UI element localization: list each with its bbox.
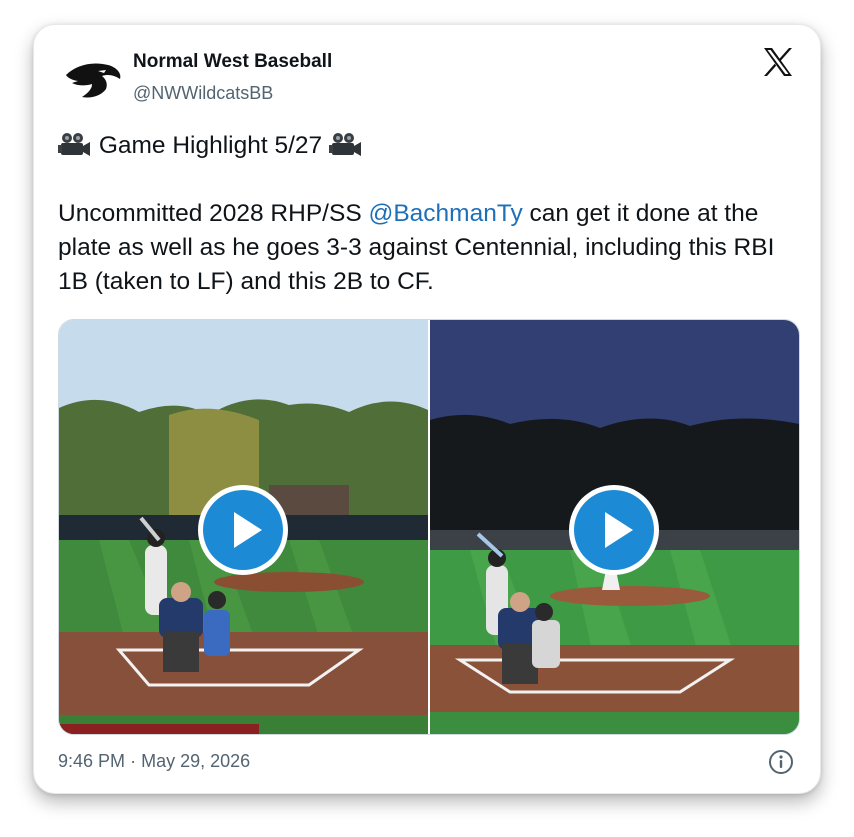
tweet-date: May 29, 2026 [141, 751, 251, 771]
x-logo-icon[interactable] [762, 47, 794, 77]
movie-camera-icon [58, 133, 90, 156]
mention-link[interactable]: @BachmanTy [368, 200, 522, 227]
tweet-headline: Game Highlight 5/27 [58, 129, 798, 163]
tweet-text: Game Highlight 5/27 Uncommitted 2028 RHP… [58, 129, 798, 299]
display-name[interactable]: Normal West Baseball [133, 51, 332, 73]
tweet-card: Normal West Baseball @NWWildcatsBB Game … [33, 24, 821, 794]
wildcat-logo-icon[interactable] [62, 57, 124, 101]
media-grid [58, 319, 800, 735]
tweet-body-start: Uncommitted 2028 RHP/SS [58, 200, 369, 227]
play-button-icon[interactable] [566, 482, 662, 578]
tweet-timestamp[interactable]: 9:46 PM · May 29, 2026 [58, 751, 250, 772]
user-handle[interactable]: @NWWildcatsBB [133, 83, 273, 104]
tweet-body: Uncommitted 2028 RHP/SS @BachmanTy can g… [58, 197, 798, 299]
info-icon[interactable] [768, 749, 794, 775]
tweet-headline-text: Game Highlight 5/27 [98, 132, 323, 159]
day-game-clip[interactable] [59, 320, 428, 734]
play-button-icon[interactable] [195, 482, 291, 578]
movie-camera-icon [328, 133, 361, 156]
timestamp-separator: · [130, 751, 137, 771]
night-game-clip[interactable] [430, 320, 799, 734]
tweet-time: 9:46 PM [58, 751, 126, 771]
